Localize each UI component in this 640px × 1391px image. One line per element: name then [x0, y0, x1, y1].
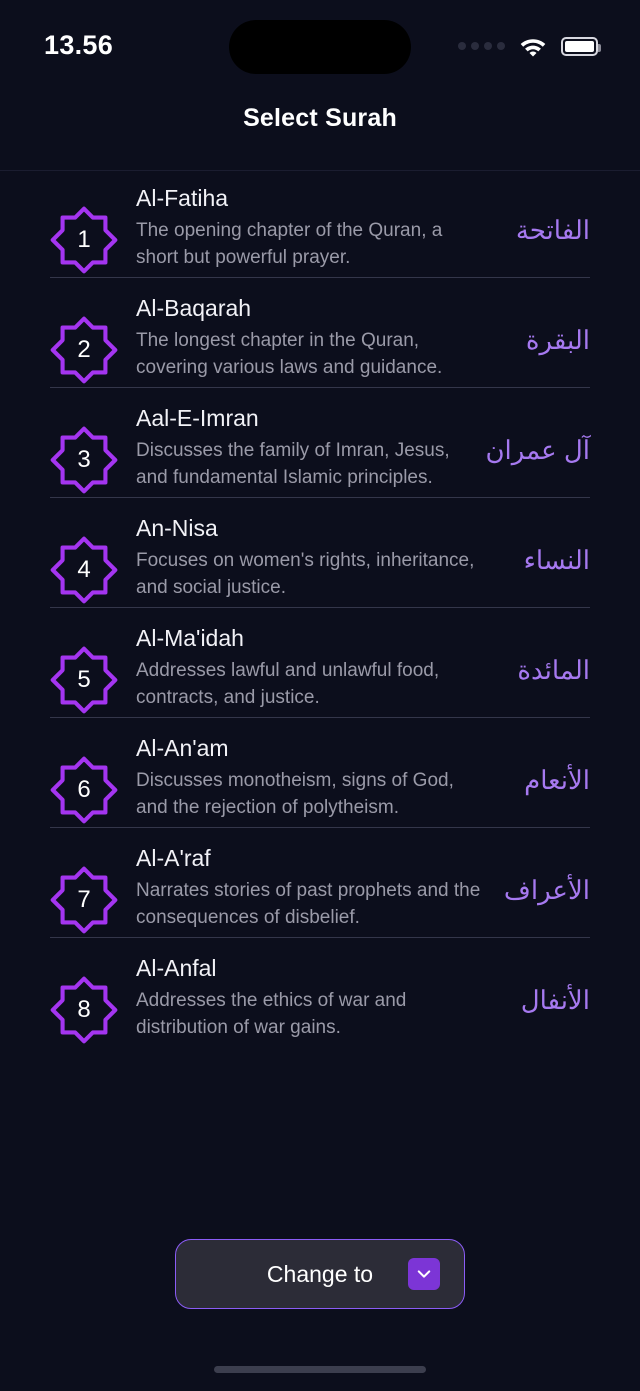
surah-title: Al-Baqarah: [136, 295, 252, 321]
signal-dots-icon: [458, 42, 505, 50]
star-badge-icon: 8: [50, 976, 118, 1044]
list-item[interactable]: 7 Al-A'raf Narrates stories of past prop…: [0, 828, 640, 938]
surah-info: Al-Fatiha The opening chapter of the Qur…: [136, 184, 492, 272]
surah-info: An-Nisa Focuses on women's rights, inher…: [136, 514, 492, 602]
status-bar: 13.56: [0, 0, 640, 92]
surah-number: 2: [77, 336, 91, 363]
surah-title: Al-Anfal: [136, 955, 217, 981]
chevron-down-icon[interactable]: [408, 1258, 440, 1290]
star-badge-icon: 7: [50, 866, 118, 934]
list-item[interactable]: 6 Al-An'am Discusses monotheism, signs o…: [0, 718, 640, 828]
surah-info: Al-Baqarah The longest chapter in the Qu…: [136, 294, 492, 382]
surah-number: 3: [77, 446, 91, 473]
surah-info: Al-Ma'idah Addresses lawful and unlawful…: [136, 624, 492, 712]
surah-info: Al-Anfal Addresses the ethics of war and…: [136, 954, 492, 1042]
star-badge-icon: 2: [50, 316, 118, 384]
surah-arabic-name: البقرة: [525, 325, 590, 356]
wifi-icon: [520, 39, 546, 57]
list-item[interactable]: 5 Al-Ma'idah Addresses lawful and unlawf…: [0, 608, 640, 718]
surah-description: Addresses the ethics of war and distribu…: [136, 989, 407, 1038]
list-item[interactable]: 8 Al-Anfal Addresses the ethics of war a…: [0, 938, 640, 1048]
battery-icon: [561, 36, 601, 56]
surah-number: 6: [77, 776, 91, 803]
surah-title: Al-An'am: [136, 735, 229, 761]
surah-info: Al-An'am Discusses monotheism, signs of …: [136, 734, 492, 822]
star-badge-icon: 5: [50, 646, 118, 714]
surah-arabic-name: الأنفال: [520, 985, 590, 1016]
surah-arabic-name: الفاتحة: [515, 215, 590, 246]
star-badge-icon: 4: [50, 536, 118, 604]
surah-title: An-Nisa: [136, 515, 218, 541]
surah-number: 5: [77, 666, 91, 693]
surah-number: 7: [77, 886, 91, 913]
change-to-button[interactable]: Change to: [175, 1239, 465, 1309]
bottom-bar: Change to: [0, 1223, 640, 1391]
surah-description: The longest chapter in the Quran, coveri…: [136, 329, 443, 378]
surah-title: Al-Fatiha: [136, 185, 229, 211]
surah-arabic-name: الأعراف: [503, 875, 590, 906]
surah-number: 1: [77, 226, 91, 253]
surah-number: 4: [77, 556, 91, 583]
surah-title: Al-A'raf: [136, 845, 211, 871]
page-header: Select Surah: [0, 92, 640, 144]
surah-info: Aal-E-Imran Discusses the family of Imra…: [136, 404, 485, 492]
surah-description: Focuses on women's rights, inheritance, …: [136, 549, 475, 598]
surah-arabic-name: الأنعام: [524, 765, 590, 796]
dynamic-island: [229, 20, 411, 74]
page-title: Select Surah: [243, 103, 397, 132]
list-item[interactable]: 4 An-Nisa Focuses on women's rights, inh…: [0, 498, 640, 608]
surah-list[interactable]: 1 Al-Fatiha The opening chapter of the Q…: [0, 168, 640, 1391]
star-badge-icon: 6: [50, 756, 118, 824]
list-item[interactable]: 1 Al-Fatiha The opening chapter of the Q…: [0, 168, 640, 278]
surah-arabic-name: آل عمران: [485, 435, 590, 466]
surah-description: Discusses monotheism, signs of God, and …: [136, 769, 454, 818]
surah-description: The opening chapter of the Quran, a shor…: [136, 219, 443, 268]
surah-description: Narrates stories of past prophets and th…: [136, 879, 481, 928]
star-badge-icon: 3: [50, 426, 118, 494]
list-item[interactable]: 2 Al-Baqarah The longest chapter in the …: [0, 278, 640, 388]
surah-arabic-name: النساء: [523, 545, 590, 576]
surah-info: Al-A'raf Narrates stories of past prophe…: [136, 844, 492, 932]
surah-arabic-name: المائدة: [517, 655, 590, 686]
surah-title: Aal-E-Imran: [136, 405, 259, 431]
surah-description: Discusses the family of Imran, Jesus, an…: [136, 439, 450, 488]
surah-title: Al-Ma'idah: [136, 625, 244, 651]
surah-number: 8: [77, 996, 91, 1023]
change-to-label: Change to: [266, 1260, 374, 1287]
status-time: 13.56: [44, 29, 114, 60]
star-badge-icon: 1: [50, 206, 118, 274]
status-indicators: [458, 35, 601, 57]
home-indicator: [214, 1366, 426, 1373]
surah-description: Addresses lawful and unlawful food, cont…: [136, 659, 440, 708]
list-item[interactable]: 3 Aal-E-Imran Discusses the family of Im…: [0, 388, 640, 498]
phone-screen: 13.56 Select Surah 1 Al-Fatiha The openi…: [0, 0, 640, 1391]
